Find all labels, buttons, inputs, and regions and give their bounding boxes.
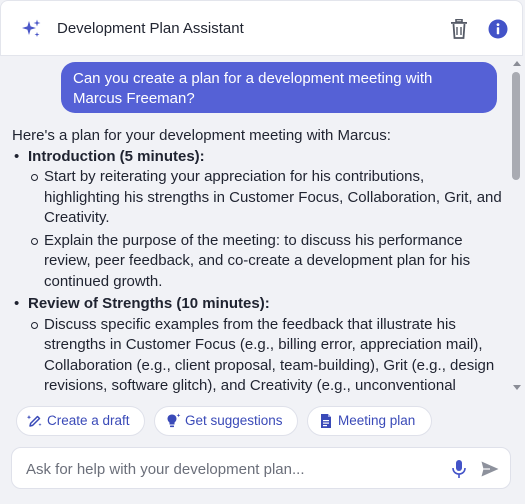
chat-transcript[interactable]: Can you create a plan for a development …: [0, 56, 525, 397]
section-title: Introduction (5 minutes):: [28, 147, 205, 165]
assistant-intro: Here's a plan for your development meeti…: [12, 127, 391, 144]
plan-section: Review of Strengths (10 minutes): Discus…: [12, 294, 502, 397]
create-draft-button[interactable]: Create a draft: [16, 406, 145, 436]
send-icon[interactable]: [480, 459, 500, 479]
plan-section: Introduction (5 minutes): Start by reite…: [12, 147, 502, 293]
get-suggestions-button[interactable]: Get suggestions: [154, 406, 298, 436]
meeting-plan-button[interactable]: Meeting plan: [307, 406, 432, 436]
scroll-thumb[interactable]: [512, 72, 520, 180]
document-icon: [321, 414, 331, 428]
section-items: Discuss specific examples from the feedb…: [28, 315, 502, 398]
sparkle-icon: [22, 19, 41, 37]
assistant-message: Here's a plan for your development meeti…: [12, 126, 502, 397]
scroll-up-arrow-icon[interactable]: [513, 61, 521, 66]
trash-icon[interactable]: [450, 19, 468, 39]
chat-scrollbar[interactable]: [510, 56, 524, 397]
scroll-down-arrow-icon[interactable]: [513, 385, 521, 390]
assistant-header: Development Plan Assistant: [0, 0, 523, 56]
composer: [11, 447, 511, 489]
microphone-icon[interactable]: [450, 459, 468, 479]
chip-label: Get suggestions: [185, 413, 283, 428]
section-item: Explain the purpose of the meeting: to d…: [28, 231, 502, 293]
message-input[interactable]: [24, 456, 428, 482]
chip-label: Meeting plan: [338, 413, 416, 428]
edit-sparkle-icon: [27, 415, 42, 427]
info-icon[interactable]: [488, 19, 508, 39]
section-item: Discuss specific examples from the feedb…: [28, 315, 502, 398]
section-title: Review of Strengths (10 minutes):: [28, 295, 270, 312]
section-item: Start by reiterating your appreciation f…: [28, 167, 502, 229]
section-items: Start by reiterating your appreciation f…: [28, 167, 502, 292]
chip-label: Create a draft: [47, 413, 130, 428]
lightbulb-sparkle-icon: [167, 413, 181, 428]
plan-sections: Introduction (5 minutes): Start by reite…: [12, 147, 502, 398]
user-message: Can you create a plan for a development …: [61, 62, 497, 113]
header-title: Development Plan Assistant: [57, 20, 244, 37]
